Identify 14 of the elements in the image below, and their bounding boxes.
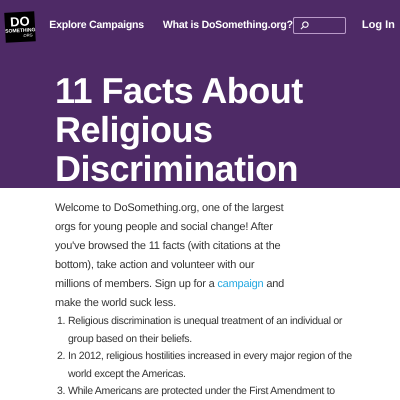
nav-link[interactable]: Explore Campaigns [49, 18, 144, 34]
login-link[interactable]: Log In [362, 17, 395, 34]
fact-text: In 2012, religious hostilities increased in every major region of the world except the Americas. [68, 349, 353, 382]
page-title: 11 Facts About Religious Discrimination [54, 69, 304, 188]
list-number: 3. [57, 384, 66, 399]
fact-text: While Americans are protected under the First Amendment to [68, 384, 335, 399]
search-icon [300, 21, 309, 30]
fact-text: Religious discrimination is unequal treatment of an individual or group based on their beliefs. [68, 314, 344, 346]
intro-paragraph: Welcome to DoSomething.org, one of the largest orgs for young people and social change! After you've browsed the 11 facts (with citations at the bottom), take action and volunteer with our millions of members. Sign up for a campaign and make the world suck less. [54, 201, 286, 311]
list-number: 2. [57, 349, 66, 364]
search-field[interactable] [292, 17, 346, 34]
logo-text: DO [10, 15, 30, 28]
list-number: 1. [57, 314, 66, 329]
nav-link[interactable]: What is DoSomething.org? [162, 18, 293, 34]
